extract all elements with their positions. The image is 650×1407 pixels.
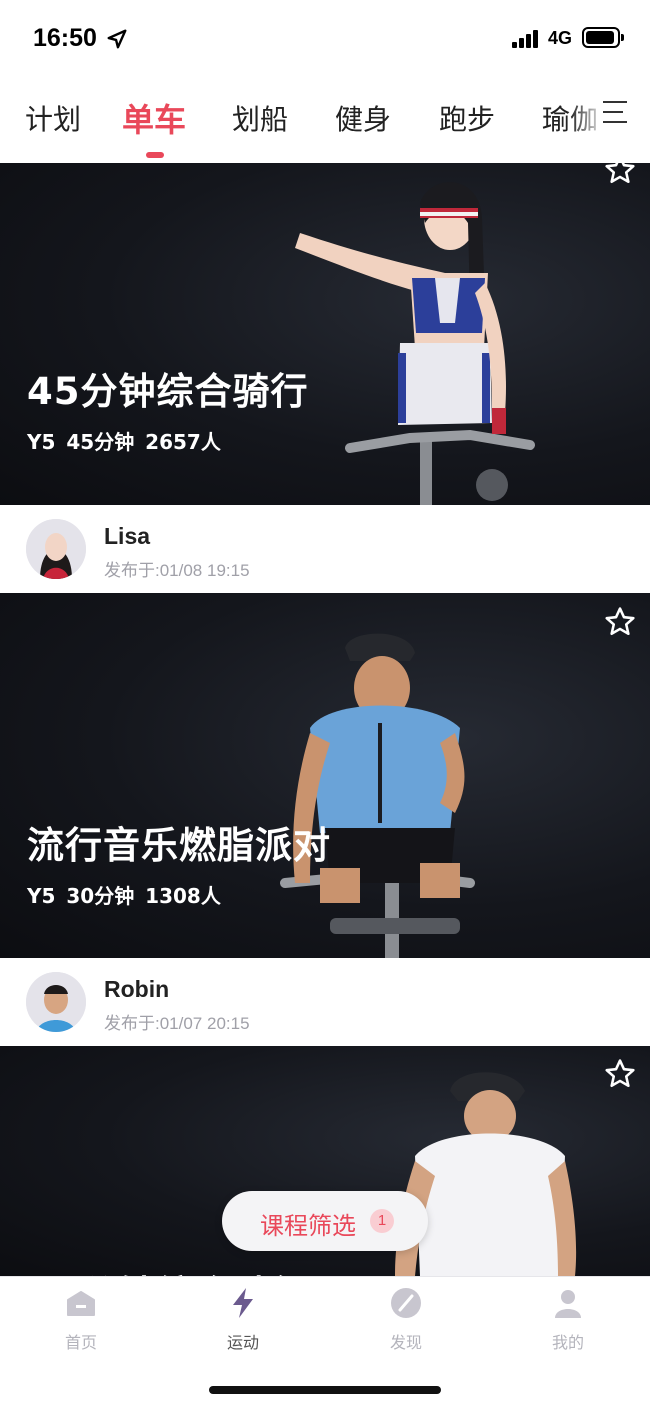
active-tab-indicator [146,152,164,158]
course-title: 流行音乐燃脂派对 [27,824,331,867]
category-tabs: 计划 单车 划船 健身 跑步 瑜伽 [0,80,650,163]
publish-time: 发布于:01/07 20:15 [104,1014,250,1033]
coach-row[interactable]: Robin 发布于:01/07 20:15 [0,958,650,1046]
instructor-photo [280,633,475,958]
nav-profile[interactable]: 我的 [518,1287,618,1357]
status-bar: 16:50 4G [0,0,650,80]
nav-home[interactable]: 首页 [31,1287,131,1357]
signal-icon [512,30,542,48]
favorite-star-icon[interactable] [603,605,637,639]
course-meta: Y5 30分钟 1308人 [27,884,221,908]
instructor-photo [295,182,535,505]
network-type: 4G [548,28,573,48]
menu-icon[interactable] [603,100,629,124]
favorite-star-icon[interactable] [603,163,637,187]
lightning-icon [233,1288,253,1318]
course-card-banner[interactable]: 流行音乐燃脂派对 Y5 30分钟 1308人 [0,593,650,958]
coach-avatar [26,519,86,579]
course-filter-button[interactable]: 课程筛选 1 [222,1191,428,1251]
tab-bike[interactable]: 单车 [122,95,186,141]
tab-rowing[interactable]: 划船 [232,98,288,138]
nav-discover[interactable]: 发现 [356,1287,456,1357]
home-indicator [209,1386,441,1394]
filter-label: 课程筛选 [260,1212,356,1240]
course-card-banner[interactable]: 45分钟综合骑行 Y5 45分钟 2657人 [0,163,650,505]
nav-sport[interactable]: 运动 [193,1287,293,1357]
course-title: 45分钟综合骑行 [27,370,309,413]
tab-plan[interactable]: 计划 [25,98,81,138]
location-arrow-icon [107,29,127,49]
course-title: 45分钟综合骑行 [27,1264,309,1276]
battery-icon [582,27,624,48]
filter-count-badge: 1 [370,1209,394,1233]
favorite-star-icon[interactable] [603,1057,637,1091]
coach-name: Lisa [104,523,151,549]
tab-running[interactable]: 跑步 [439,98,495,138]
course-meta: Y5 45分钟 2657人 [27,430,221,454]
home-icon [67,1291,95,1316]
coach-avatar [26,972,86,1032]
publish-time: 发布于:01/08 19:15 [104,561,250,580]
status-time: 16:50 [33,24,97,52]
coach-name: Robin [104,976,170,1002]
tab-fitness[interactable]: 健身 [335,98,391,138]
profile-icon [555,1290,581,1318]
coach-row[interactable]: Lisa 发布于:01/08 19:15 [0,505,650,593]
compass-icon [391,1288,421,1318]
